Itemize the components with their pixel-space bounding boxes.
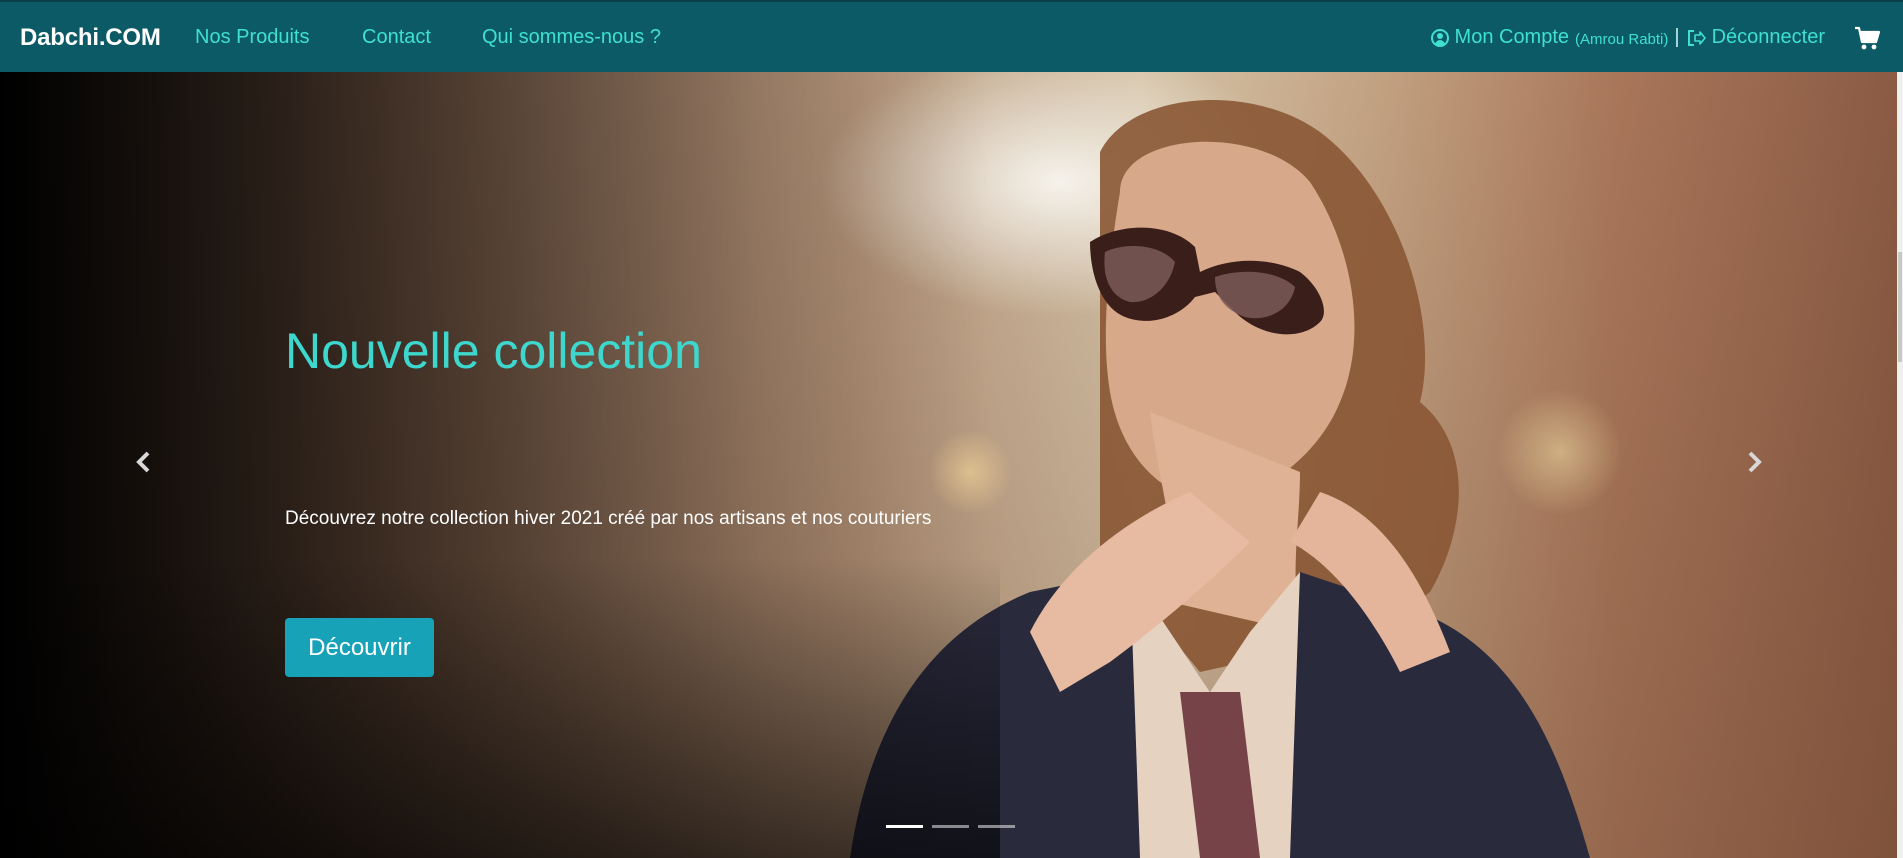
carousel-prev-button[interactable] bbox=[123, 442, 163, 482]
nav-link-contact[interactable]: Contact bbox=[362, 26, 431, 49]
hero-title: Nouvelle collection bbox=[285, 323, 702, 379]
hero-carousel: Nouvelle collection Découvrez notre coll… bbox=[0, 72, 1903, 858]
carousel-indicators bbox=[886, 825, 1015, 828]
account-area: Mon Compte (Amrou Rabti) | Déconnecter bbox=[1430, 26, 1825, 49]
carousel-indicator-1[interactable] bbox=[886, 825, 923, 828]
chevron-right-icon bbox=[1748, 451, 1762, 473]
shopping-cart-icon[interactable] bbox=[1853, 24, 1881, 52]
account-separator: | bbox=[1674, 26, 1680, 48]
user-circle-icon bbox=[1430, 28, 1449, 47]
nav-link-about[interactable]: Qui sommes-nous ? bbox=[482, 26, 661, 49]
logout-link[interactable]: Déconnecter bbox=[1712, 26, 1825, 49]
carousel-indicator-3[interactable] bbox=[978, 825, 1015, 828]
nav-link-products[interactable]: Nos Produits bbox=[195, 26, 310, 49]
top-navbar: Dabchi.COM Nos Produits Contact Qui somm… bbox=[0, 0, 1903, 72]
account-user-name: (Amrou Rabti) bbox=[1575, 31, 1669, 48]
chevron-left-icon bbox=[136, 451, 150, 473]
brand-logo[interactable]: Dabchi.COM bbox=[20, 24, 161, 52]
discover-button[interactable]: Découvrir bbox=[285, 618, 434, 677]
page-scrollbar[interactable] bbox=[1897, 72, 1903, 858]
carousel-next-button[interactable] bbox=[1735, 442, 1775, 482]
hero-description: Découvrez notre collection hiver 2021 cr… bbox=[285, 508, 932, 529]
carousel-indicator-2[interactable] bbox=[932, 825, 969, 828]
account-link[interactable]: Mon Compte bbox=[1455, 26, 1570, 49]
scrollbar-thumb[interactable] bbox=[1898, 252, 1902, 362]
hero-bottom-shade bbox=[0, 558, 1000, 858]
sign-out-icon bbox=[1686, 29, 1706, 47]
